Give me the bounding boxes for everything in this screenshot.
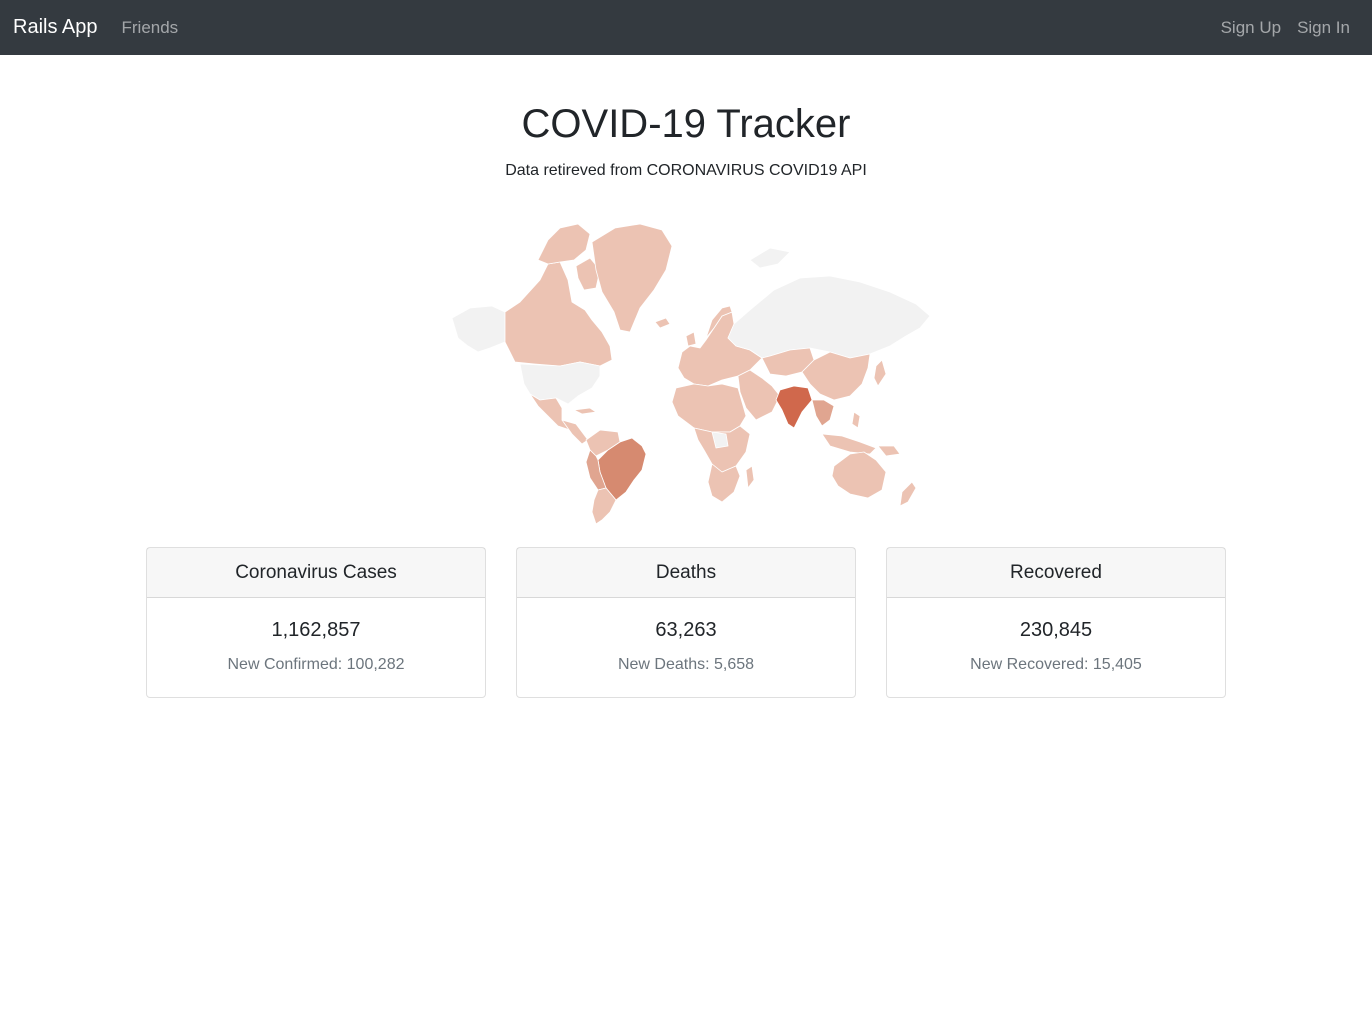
region-madagascar[interactable] — [745, 465, 755, 489]
nav-link-friends[interactable]: Friends — [122, 18, 179, 38]
region-russia[interactable] — [727, 275, 931, 359]
card-cases: Coronavirus Cases 1,162,857 New Confirme… — [146, 547, 486, 698]
region-india[interactable] — [775, 385, 813, 429]
card-recovered-header: Recovered — [887, 548, 1225, 598]
region-central-america[interactable] — [561, 419, 589, 445]
card-recovered-new: New Recovered: 15,405 — [970, 656, 1142, 673]
region-southeast-asia[interactable] — [811, 399, 835, 427]
region-philippines[interactable] — [851, 411, 861, 429]
region-russia-islands[interactable] — [749, 247, 791, 269]
world-map[interactable] — [450, 220, 932, 526]
page-title: COVID-19 Tracker — [521, 102, 851, 146]
region-iceland[interactable] — [654, 317, 671, 329]
region-arctic-islands[interactable] — [537, 223, 591, 265]
region-papua[interactable] — [877, 445, 901, 457]
region-new-zealand[interactable] — [899, 481, 917, 507]
brand-link[interactable]: Rails App — [13, 16, 98, 39]
card-deaths-header: Deaths — [517, 548, 855, 598]
region-japan[interactable] — [873, 359, 887, 387]
nav-link-sign-in[interactable]: Sign In — [1297, 18, 1350, 38]
region-australia[interactable] — [831, 451, 887, 499]
map-regions — [451, 223, 931, 525]
region-uk[interactable] — [685, 331, 697, 347]
card-cases-new: New Confirmed: 100,282 — [227, 656, 405, 673]
nav-right: Sign Up Sign In — [1221, 18, 1350, 38]
region-north-africa[interactable] — [671, 383, 747, 433]
region-cuba[interactable] — [573, 407, 597, 415]
card-cases-value: 1,162,857 — [271, 619, 361, 641]
card-deaths: Deaths 63,263 New Deaths: 5,658 — [516, 547, 856, 698]
card-recovered: Recovered 230,845 New Recovered: 15,405 — [886, 547, 1226, 698]
region-greenland[interactable] — [591, 223, 673, 333]
page-subtitle: Data retireved from CORONAVIRUS COVID19 … — [505, 162, 867, 179]
region-central-africa[interactable] — [693, 425, 751, 473]
card-cases-header: Coronavirus Cases — [147, 548, 485, 598]
region-alaska[interactable] — [451, 305, 506, 353]
navbar: Rails App Friends Sign Up Sign In — [0, 0, 1372, 55]
card-recovered-value: 230,845 — [1019, 619, 1093, 641]
region-indonesia[interactable] — [821, 433, 877, 455]
card-deaths-new: New Deaths: 5,658 — [617, 656, 755, 673]
nav-link-sign-up[interactable]: Sign Up — [1221, 18, 1281, 38]
card-deaths-value: 63,263 — [655, 619, 717, 641]
